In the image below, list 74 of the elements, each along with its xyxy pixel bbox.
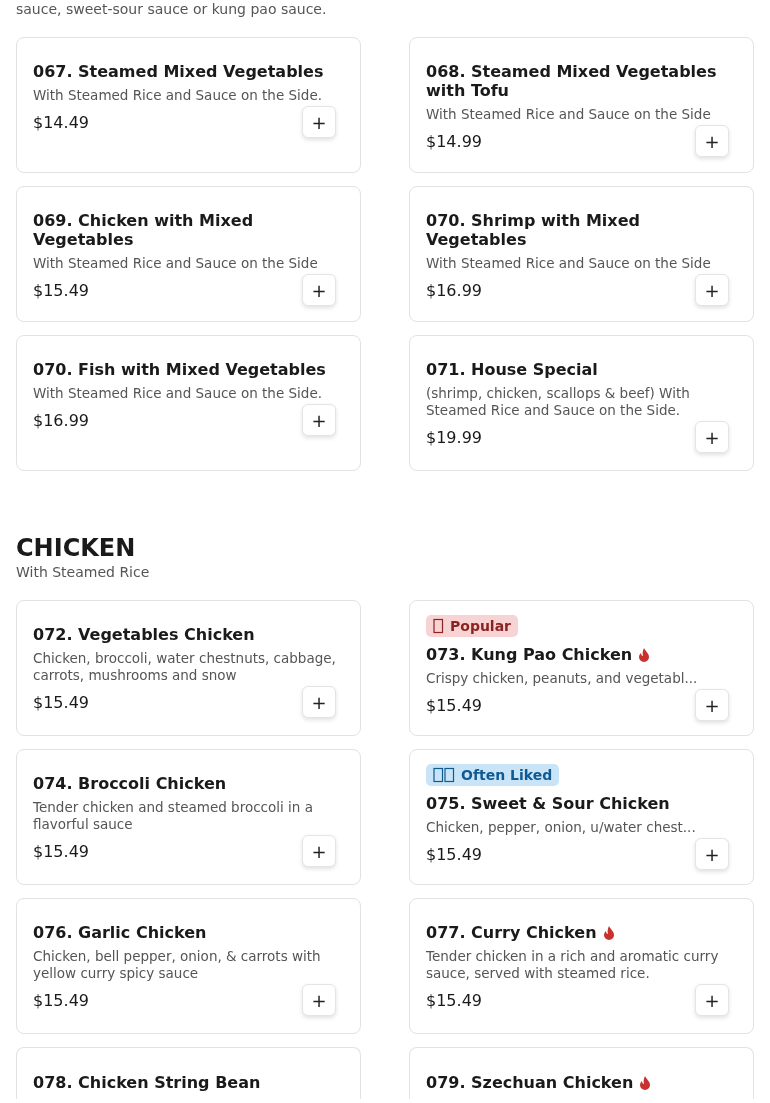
item-name: 077. Curry Chicken [426,923,597,942]
item-name: 076. Garlic Chicken [33,923,207,942]
menu-item-card[interactable]: 071. House Special (shrimp, chicken, scallops & beef) With Steamed Rice and Sauce on the Side. $19.99 + [409,335,754,471]
item-price: $15.49 [426,990,482,1010]
item-description: Tender chicken and steamed broccoli in a flavorful sauce [33,799,314,833]
item-price: $14.49 [33,112,89,132]
menu-item-card[interactable]: 076. Garlic Chicken Chicken, bell pepper, onion, & carrots with yellow curry spicy sauce $15.49 + [16,898,361,1034]
item-name: 072. Vegetables Chicken [33,625,255,644]
menu-item-card[interactable]: 068. Steamed Mixed Vegetables with Tofu With Steamed Rice and Sauce on the Side $14.99 + [409,37,754,173]
item-name: 074. Broccoli Chicken [33,774,227,793]
section-description: With Steamed Rice [16,563,151,581]
item-price: $19.99 [426,427,482,447]
item-description: Chicken, pepper, onion, u/water chest... [426,819,697,836]
missing-glyph-icon [433,618,444,634]
item-description: Tender chicken in a rich and aromatic curry sauce, served with steamed rice. [426,948,720,982]
menu-item-card[interactable]: 078. Chicken String Bean [16,1047,361,1099]
item-name: 078. Chicken String Bean [33,1073,261,1092]
item-description: With Steamed Rice and Sauce on the Side. [33,87,323,104]
item-price: $15.49 [33,990,89,1010]
item-price: $15.49 [426,695,482,715]
item-price: $14.99 [426,131,482,151]
item-price: $16.99 [33,410,89,430]
menu-item-card[interactable]: 077. Curry Chicken Tender chicken in a rich and aromatic curry sauce, served with steamed rice. $15.49 + [409,898,754,1034]
add-button[interactable]: + [302,835,336,867]
badge-label: Popular [450,618,512,634]
add-button[interactable]: + [695,689,729,721]
item-description: With Steamed Rice and Sauce on the Side [33,255,319,272]
item-price: $15.49 [426,844,482,864]
item-description: With Steamed Rice and Sauce on the Side [426,106,712,123]
menu-item-card[interactable]: 070. Fish with Mixed Vegetables With Steamed Rice and Sauce on the Side. $16.99 + [16,335,361,471]
missing-glyph-icon [433,767,455,783]
add-button[interactable]: + [302,404,336,436]
item-description: With Steamed Rice and Sauce on the Side [426,255,712,272]
item-name: 070. Shrimp with Mixed Vegetables [426,211,641,249]
menu-item-card[interactable]: 079. Szechuan Chicken [409,1047,754,1099]
menu-item-card[interactable]: Popular 073. Kung Pao Chicken Crispy chicken, peanuts, and vegetabl... $15.49 + [409,600,754,736]
item-name: 079. Szechuan Chicken [426,1073,634,1092]
add-button[interactable]: + [695,984,729,1016]
add-button[interactable]: + [695,274,729,306]
add-button[interactable]: + [695,838,729,870]
item-name: 071. House Special [426,360,598,379]
flame-icon [639,1075,652,1090]
add-button[interactable]: + [695,125,729,157]
menu-item-card[interactable]: 074. Broccoli Chicken Tender chicken and steamed broccoli in a flavorful sauce $15.49 + [16,749,361,885]
flame-icon [602,925,615,940]
section-description: sauce, sweet-sour sauce or kung pao sauce. [16,0,328,18]
item-description: With Steamed Rice and Sauce on the Side. [33,385,323,402]
item-description: Chicken, bell pepper, onion, & carrots with yellow curry spicy sauce [33,948,322,982]
item-price: $16.99 [426,280,482,300]
item-price: $15.49 [33,692,89,712]
badge-label: Often Liked [461,767,553,783]
item-description: (shrimp, chicken, scallops & beef) With Steamed Rice and Sauce on the Side. [426,385,691,419]
item-name: 068. Steamed Mixed Vegetables with Tofu [426,62,718,100]
add-button[interactable]: + [302,106,336,138]
item-description: Crispy chicken, peanuts, and vegetabl... [426,670,699,687]
item-name: 070. Fish with Mixed Vegetables [33,360,326,379]
menu-item-card[interactable]: 067. Steamed Mixed Vegetables With Steamed Rice and Sauce on the Side. $14.49 + [16,37,361,173]
add-button[interactable]: + [695,421,729,453]
menu-item-card[interactable]: 070. Shrimp with Mixed Vegetables With Steamed Rice and Sauce on the Side $16.99 + [409,186,754,322]
section-title: CHICKEN [16,533,137,563]
item-description: Chicken, broccoli, water chestnuts, cabbage, carrots, mushrooms and snow [33,650,337,684]
item-price: $15.49 [33,841,89,861]
flame-icon [638,647,651,662]
item-name: 067. Steamed Mixed Vegetables [33,62,324,81]
item-name: 075. Sweet & Sour Chicken [426,794,670,813]
menu-item-card[interactable]: 072. Vegetables Chicken Chicken, broccoli, water chestnuts, cabbage, carrots, mushrooms and snow $15.49 + [16,600,361,736]
menu-item-card[interactable]: Often Liked 075. Sweet & Sour Chicken Chicken, pepper, onion, u/water chest... $15.49 + [409,749,754,885]
menu-item-card[interactable]: 069. Chicken with Mixed Vegetables With Steamed Rice and Sauce on the Side $15.49 + [16,186,361,322]
item-price: $15.49 [33,280,89,300]
item-name: 069. Chicken with Mixed Vegetables [33,211,255,249]
add-button[interactable]: + [302,984,336,1016]
item-name: 073. Kung Pao Chicken [426,645,633,664]
add-button[interactable]: + [302,274,336,306]
add-button[interactable]: + [302,686,336,718]
